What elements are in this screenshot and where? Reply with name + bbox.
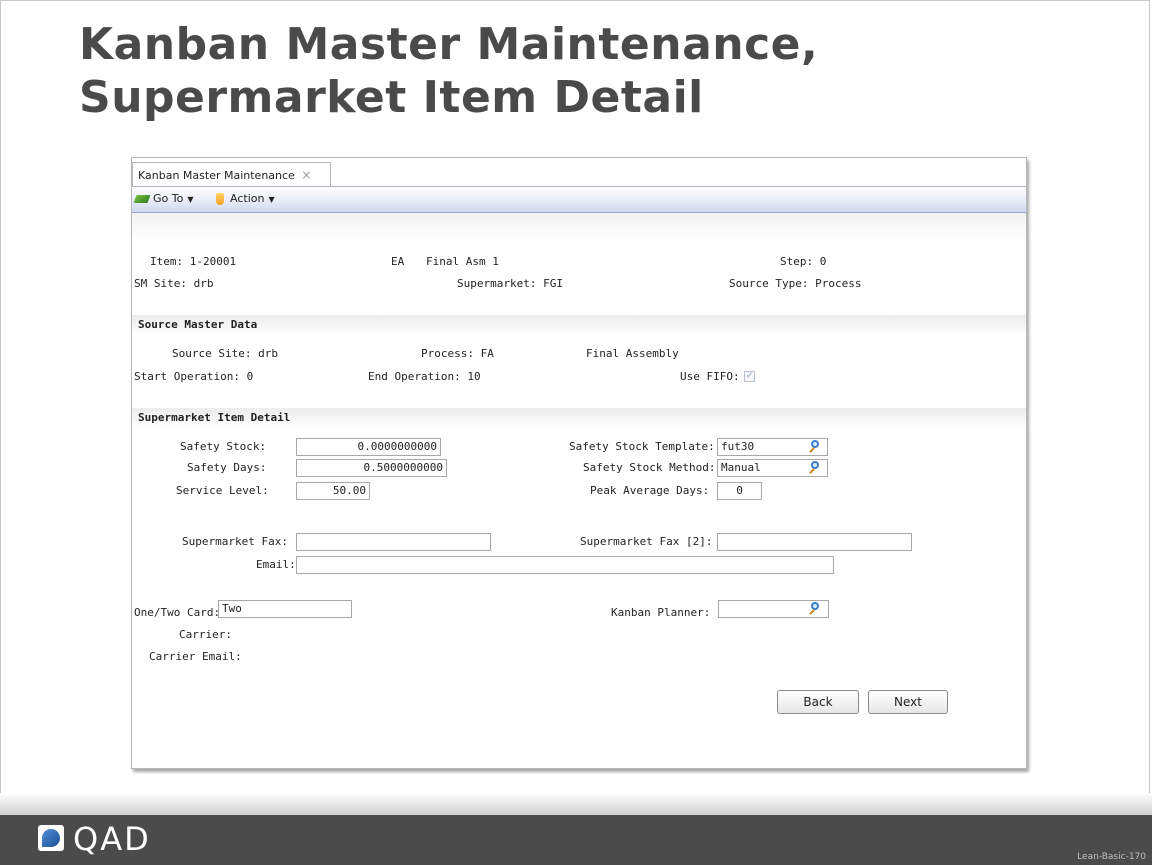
start-operation-value: Start Operation: 0 [134, 370, 254, 383]
qad-logo-text: QAD [73, 820, 151, 858]
source-type-value: Source Type: Process [729, 277, 862, 290]
kanban-planner-label: Kanban Planner: [611, 606, 711, 619]
chevron-down-icon: ▼ [187, 195, 194, 204]
safety-stock-method-label: Safety Stock Method: [583, 461, 716, 474]
chevron-down-icon: ▼ [268, 195, 275, 204]
source-site-value: Source Site: drb [172, 347, 278, 360]
search-icon[interactable] [808, 440, 822, 454]
safety-stock-template-label: Safety Stock Template: [569, 440, 715, 453]
back-button[interactable]: Back [777, 690, 859, 714]
action-icon [216, 193, 224, 205]
carrier-label: Carrier: [179, 628, 232, 641]
app-window: Kanban Master Maintenance × Go To ▼ Actio… [131, 157, 1027, 769]
supermarket-value: Supermarket: FGI [457, 277, 563, 290]
one-two-card-input[interactable]: Two [218, 600, 352, 618]
goto-label: Go To [153, 192, 184, 205]
use-fifo-label: Use FIFO: [680, 370, 740, 383]
toolbar: Go To ▼ Action ▼ [132, 187, 1026, 213]
one-two-card-label: One/Two Card: [134, 606, 221, 619]
section-supermarket-item-detail: Supermarket Item Detail [132, 408, 1026, 428]
slide-title: Kanban Master Maintenance, Supermarket I… [79, 19, 819, 123]
supermarket-fax-2-label: Supermarket Fax [2]: [580, 535, 713, 548]
peak-average-days-label: Peak Average Days: [590, 484, 710, 497]
action-menu-button[interactable]: Action ▼ [216, 192, 275, 207]
goto-arrow-icon [133, 195, 151, 203]
next-button[interactable]: Next [868, 690, 948, 714]
supermarket-fax-label: Supermarket Fax: [182, 535, 288, 548]
service-level-input[interactable]: 50.00 [296, 482, 370, 500]
footer-fade [0, 793, 1152, 815]
form-header-band [132, 213, 1026, 243]
safety-days-label: Safety Days: [187, 461, 267, 474]
footer-bar [0, 815, 1152, 865]
search-icon[interactable] [808, 461, 822, 475]
peak-average-days-input[interactable]: 0 [717, 482, 762, 500]
item-value: Item: 1-20001 [150, 255, 237, 268]
action-label: Action [230, 192, 265, 205]
goto-menu-button[interactable]: Go To ▼ [133, 192, 194, 207]
supermarket-fax-2-input[interactable] [717, 533, 912, 551]
carrier-email-label: Carrier Email: [149, 650, 242, 663]
um-value: EA [391, 255, 405, 268]
qad-logo-icon [38, 825, 64, 851]
use-fifo-checkbox[interactable]: ✓ [744, 371, 755, 382]
tab-strip: Kanban Master Maintenance × [132, 158, 1026, 187]
safety-stock-label: Safety Stock: [180, 440, 267, 453]
safety-days-input[interactable]: 0.5000000000 [296, 459, 447, 477]
tab-label: Kanban Master Maintenance [138, 169, 295, 182]
process-description: Final Assembly [586, 347, 679, 360]
slide-id: Lean-Basic-170 [1077, 852, 1146, 862]
sm-site-value: SM Site: drb [134, 277, 214, 290]
safety-stock-input[interactable]: 0.0000000000 [296, 438, 441, 456]
close-icon[interactable]: × [301, 168, 311, 182]
tab-kanban-master-maintenance[interactable]: Kanban Master Maintenance × [132, 162, 331, 186]
supermarket-fax-input[interactable] [296, 533, 491, 551]
section-source-master-data: Source Master Data [132, 315, 1026, 335]
email-input[interactable] [296, 556, 834, 574]
step-value: Step: 0 [780, 255, 827, 268]
service-level-label: Service Level: [176, 484, 269, 497]
end-operation-value: End Operation: 10 [368, 370, 481, 383]
process-value: Process: FA [421, 347, 494, 360]
item-description: Final Asm 1 [426, 255, 499, 268]
search-icon[interactable] [808, 602, 822, 616]
email-label: Email: [256, 558, 296, 571]
